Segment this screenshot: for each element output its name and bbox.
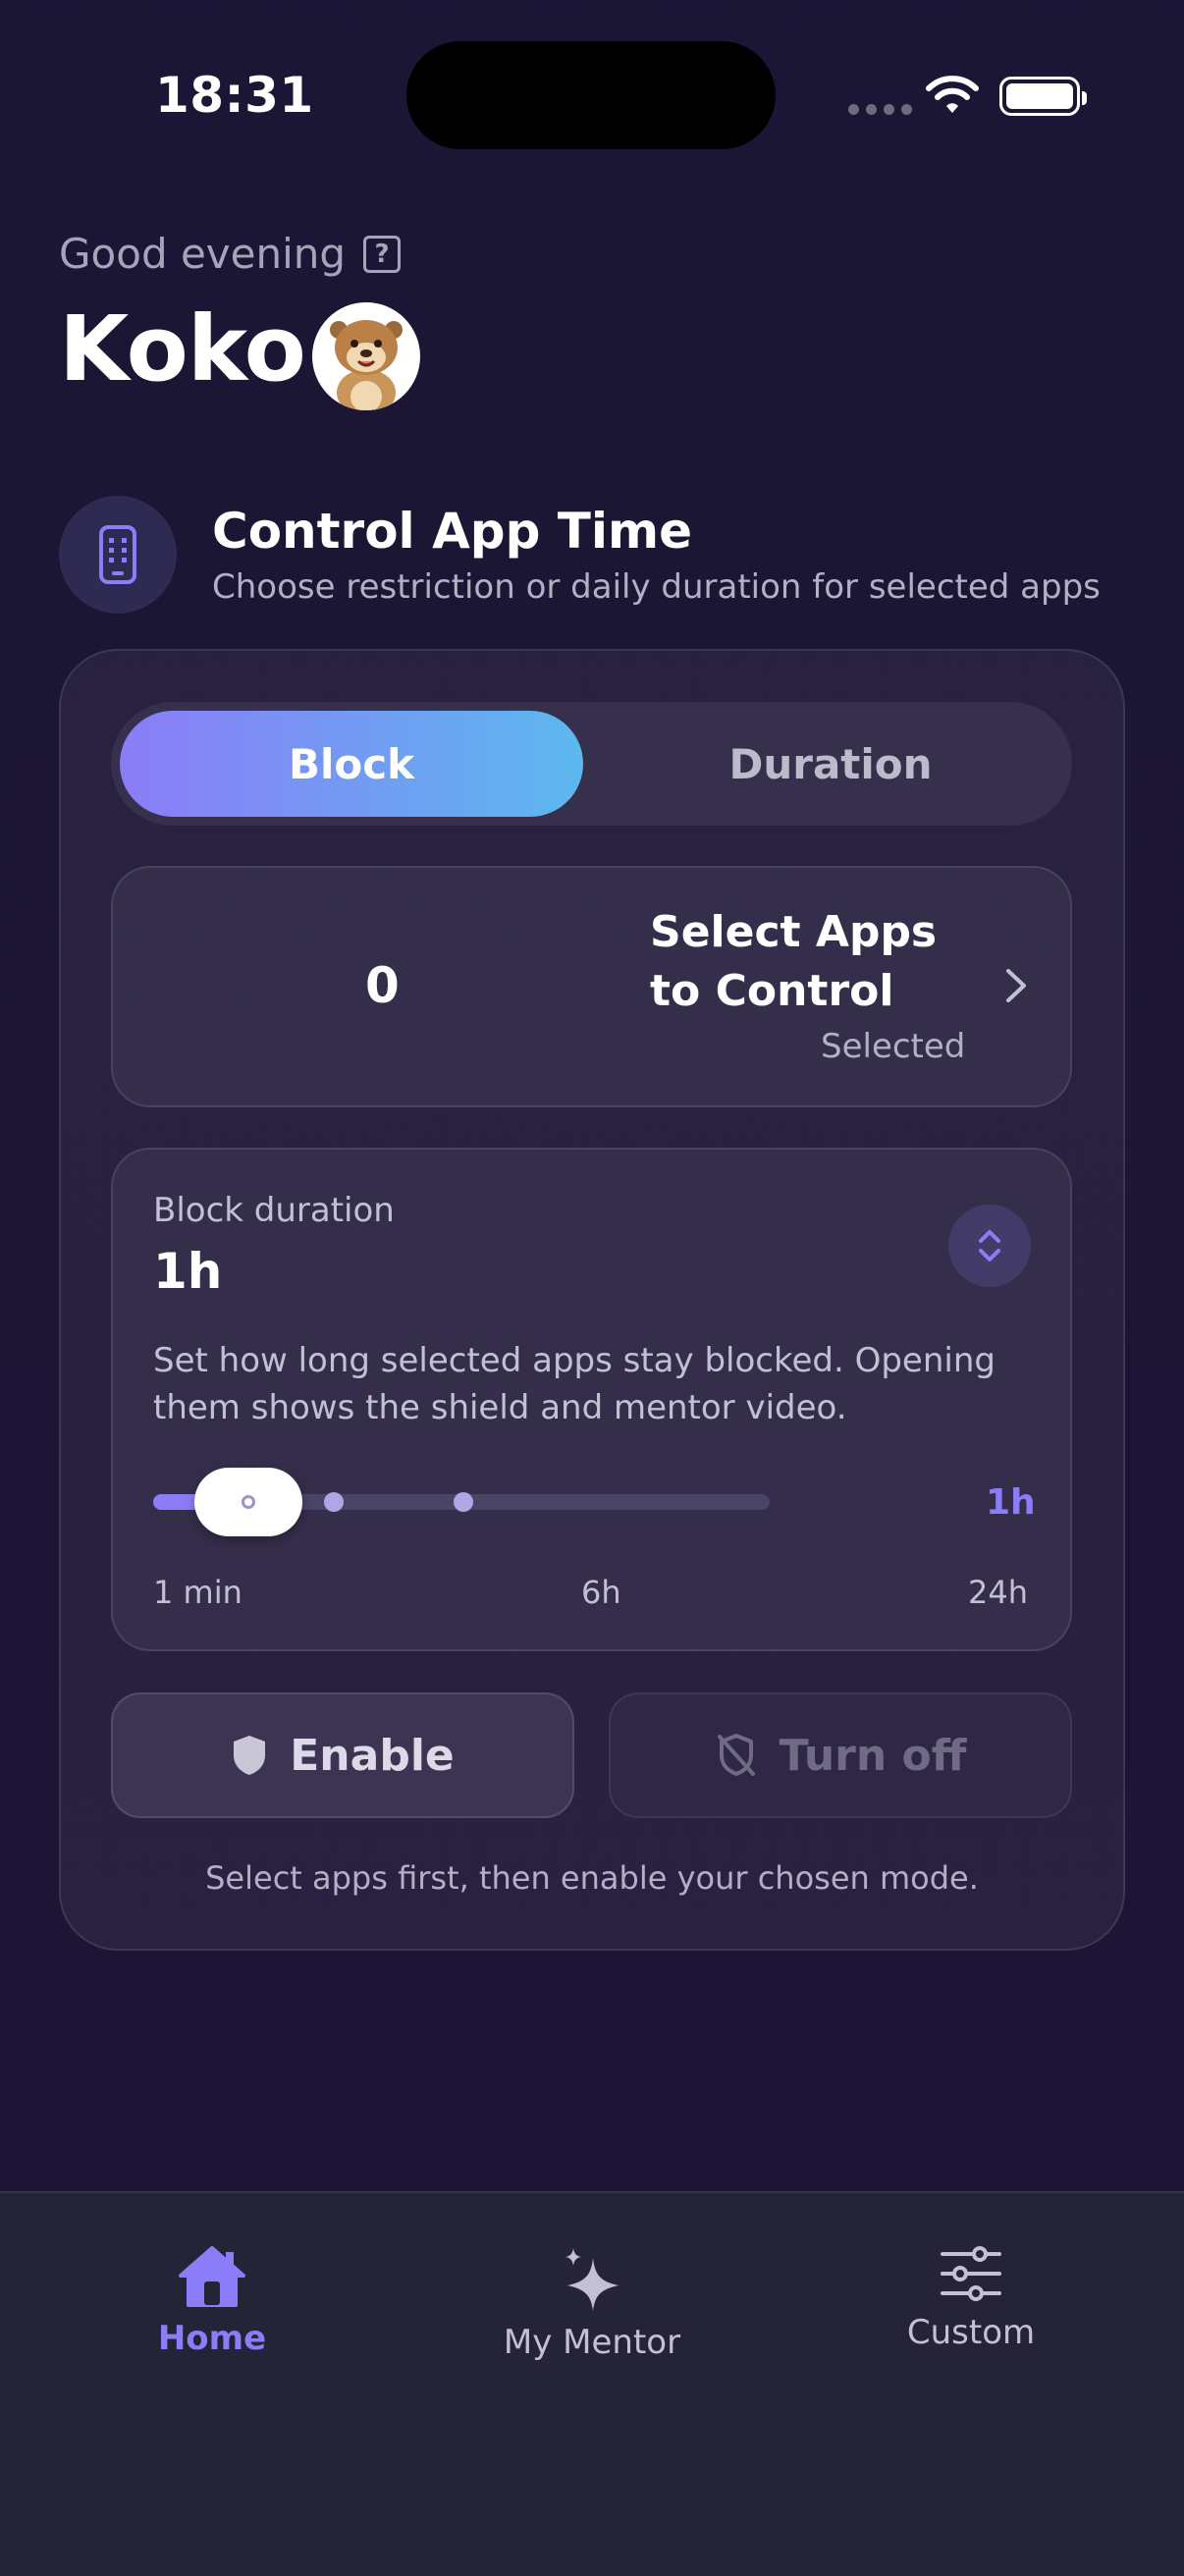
turn-off-button[interactable]: Turn off [609, 1692, 1072, 1818]
tab-block[interactable]: Block [120, 711, 583, 817]
user-name: Koko [59, 296, 306, 402]
tab-custom-label: Custom [906, 2313, 1036, 2352]
tab-home-label: Home [157, 2319, 267, 2358]
tab-my-mentor[interactable]: My Mentor [445, 2244, 739, 2362]
hint-text: Select apps first, then enable your chos… [205, 1859, 979, 1897]
sparkle-icon [565, 2248, 619, 2311]
chevron-up-down-icon [979, 1230, 1000, 1261]
slider-tick [454, 1492, 473, 1512]
help-icon[interactable]: ? [363, 235, 402, 273]
phone-icon [59, 496, 177, 614]
block-duration-description: Set how long selected apps stay blocked.… [153, 1341, 996, 1427]
cellular-signal-icon [848, 104, 912, 115]
otter-avatar-icon[interactable] [312, 302, 420, 410]
apps-selected-count: 0 [365, 957, 400, 1014]
chevron-right-icon [1006, 969, 1026, 1002]
section-subtitle: Choose restriction or daily duration for… [212, 567, 1101, 607]
block-duration-label: Block duration [153, 1191, 395, 1230]
select-apps-title: Select Apps to Control [650, 907, 938, 1016]
slider-max-label: 24h [968, 1574, 1028, 1611]
home-icon [179, 2246, 245, 2307]
battery-icon [999, 77, 1087, 116]
tab-custom[interactable]: Custom [824, 2244, 1118, 2352]
block-duration-value: 1h [153, 1243, 223, 1300]
enable-button[interactable]: Enable [111, 1692, 574, 1818]
slider-tick [324, 1492, 344, 1512]
duration-slider-thumb[interactable] [194, 1468, 302, 1536]
slider-mid-label: 6h [581, 1574, 621, 1611]
turn-off-label: Turn off [779, 1730, 967, 1781]
enable-label: Enable [290, 1730, 455, 1781]
duration-stepper-button[interactable] [948, 1205, 1031, 1287]
greeting-text: Good evening [59, 230, 347, 278]
slider-min-label: 1 min [153, 1574, 242, 1611]
sliders-icon [941, 2246, 1001, 2301]
tab-home[interactable]: Home [65, 2244, 359, 2358]
apps-selected-label: Selected [821, 1027, 966, 1066]
status-time: 18:31 [155, 67, 314, 124]
dynamic-island [406, 41, 776, 149]
greeting: Good evening ? [59, 230, 402, 278]
section-title: Control App Time [212, 503, 693, 560]
shield-off-icon [717, 1734, 755, 1776]
wifi-icon [926, 76, 979, 113]
shield-icon [234, 1736, 266, 1775]
slider-current-value: 1h [986, 1482, 1036, 1523]
tab-my-mentor-label: My Mentor [503, 2323, 681, 2362]
tab-duration[interactable]: Duration [599, 711, 1062, 817]
